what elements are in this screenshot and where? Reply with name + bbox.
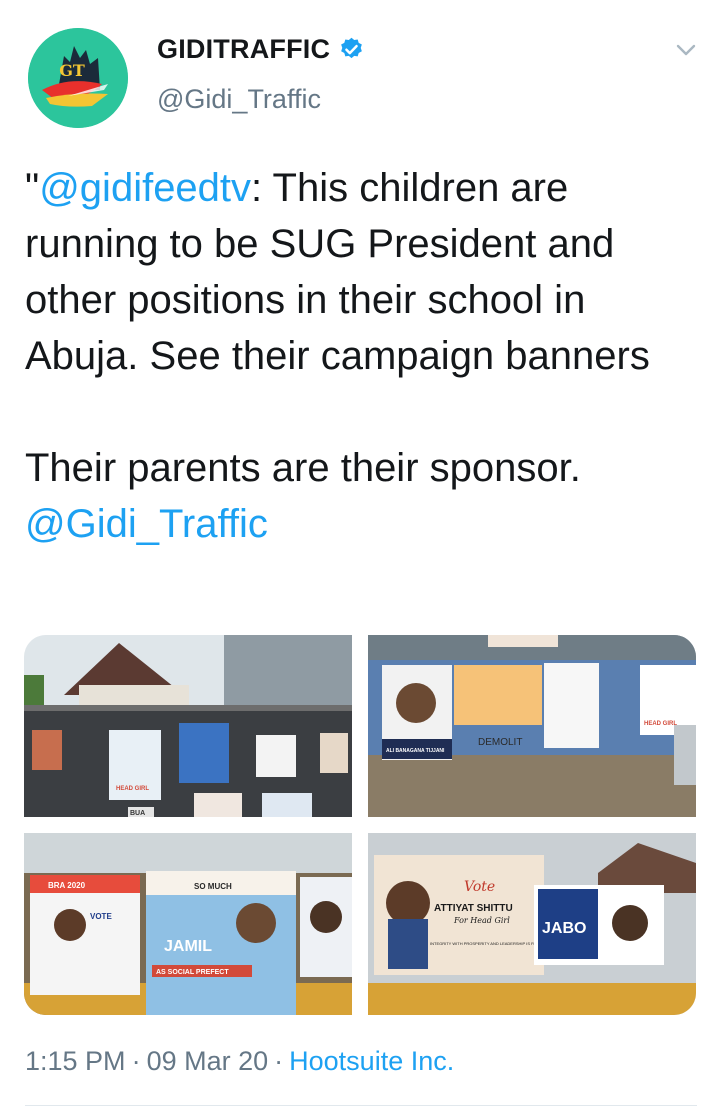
- author-handle[interactable]: @Gidi_Traffic: [157, 84, 321, 115]
- svg-text:SO MUCH: SO MUCH: [194, 882, 232, 891]
- gidi-traffic-logo-icon: GT: [28, 28, 128, 128]
- meta-separator: ·: [274, 1046, 284, 1076]
- media-grid: HEAD GIRL BUA ALI BANAGANA TIJJANI HEAD …: [24, 635, 696, 1015]
- svg-text:HEAD GIRL: HEAD GIRL: [644, 721, 677, 727]
- photo-4[interactable]: Vote ATTIYAT SHITTU For Head Girl INTEGR…: [368, 833, 696, 1015]
- avatar[interactable]: GT: [28, 28, 128, 128]
- tweet-meta: 1:15 PM · 09 Mar 20 · Hootsuite Inc.: [25, 1046, 454, 1077]
- svg-text:ATTIYAT SHITTU: ATTIYAT SHITTU: [434, 903, 513, 914]
- mention-gidi-traffic[interactable]: @Gidi_Traffic: [25, 502, 268, 546]
- svg-text:JABO: JABO: [542, 920, 586, 937]
- svg-text:For Head Girl: For Head Girl: [453, 916, 510, 925]
- photo-1[interactable]: HEAD GIRL BUA: [24, 635, 352, 817]
- meta-separator: ·: [131, 1046, 141, 1076]
- author-display-name[interactable]: GIDITRAFFIC: [157, 34, 330, 65]
- svg-text:JAMIL: JAMIL: [164, 938, 212, 955]
- verified-badge-icon: [341, 37, 363, 59]
- svg-text:Vote: Vote: [464, 879, 495, 895]
- tweet-time: 1:15 PM: [25, 1046, 126, 1076]
- photo-fence-banners: BRA 2020 VOTE SO MUCH JAMIL AS SOCIAL PR…: [24, 833, 352, 1015]
- tweet-text: "@gidifeedtv: This children are running …: [25, 160, 695, 552]
- svg-text:AS SOCIAL PREFECT: AS SOCIAL PREFECT: [156, 969, 229, 976]
- tweet-date: 09 Mar 20: [146, 1046, 269, 1076]
- tweet-body: : This children are running to be SUG Pr…: [25, 166, 650, 490]
- quote-mark: ": [25, 166, 40, 210]
- photo-gate-banners: Vote ATTIYAT SHITTU For Head Girl INTEGR…: [368, 833, 696, 1015]
- tweet-source-link[interactable]: Hootsuite Inc.: [289, 1046, 454, 1077]
- mention-gidifeedtv[interactable]: @gidifeedtv: [39, 166, 251, 210]
- svg-text:VOTE: VOTE: [90, 912, 112, 921]
- svg-text:HEAD GIRL: HEAD GIRL: [116, 786, 149, 792]
- svg-text:GT: GT: [59, 61, 85, 80]
- tweet-header: GT GIDITRAFFIC @Gidi_Traffic: [0, 0, 719, 130]
- svg-text:DEMOLIT: DEMOLIT: [478, 737, 522, 748]
- photo-2[interactable]: ALI BANAGANA TIJJANI HEAD GIRL DEMOLIT: [368, 635, 696, 817]
- photo-fence-banners: HEAD GIRL BUA: [24, 635, 352, 817]
- photo-wall-banners: ALI BANAGANA TIJJANI HEAD GIRL DEMOLIT: [368, 635, 696, 817]
- author-name-row[interactable]: GIDITRAFFIC: [157, 34, 365, 65]
- svg-text:BRA 2020: BRA 2020: [48, 881, 86, 890]
- divider: [25, 1105, 697, 1106]
- chevron-down-icon[interactable]: [672, 38, 700, 62]
- photo-3[interactable]: BRA 2020 VOTE SO MUCH JAMIL AS SOCIAL PR…: [24, 833, 352, 1015]
- svg-text:ALI BANAGANA TIJJANI: ALI BANAGANA TIJJANI: [386, 748, 445, 754]
- svg-text:BUA: BUA: [130, 810, 145, 817]
